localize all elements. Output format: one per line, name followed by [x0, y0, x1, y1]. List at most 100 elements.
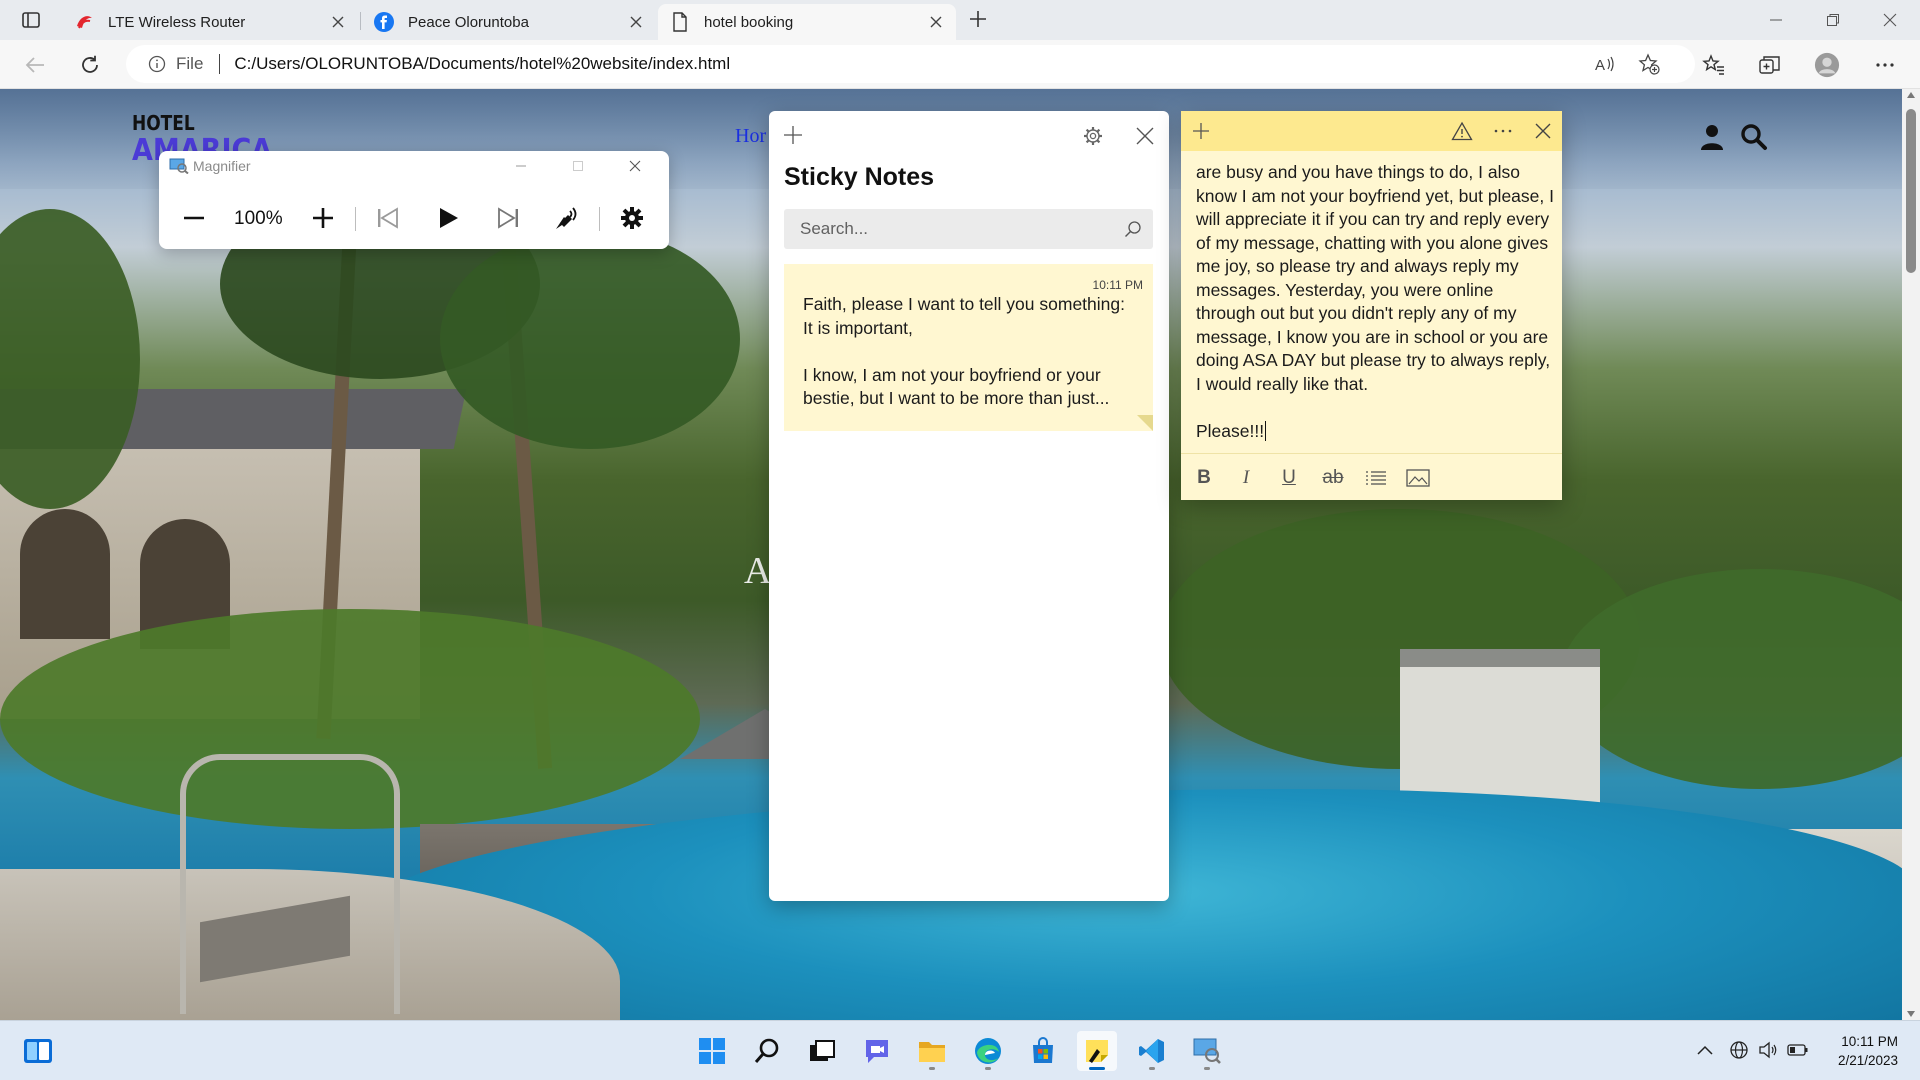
- magnifier-app-icon: [169, 158, 189, 174]
- note-list-item[interactable]: 10:11 PM Faith, please I want to tell yo…: [784, 264, 1153, 431]
- address-url[interactable]: C:/Users/OLORUNTOBA/Documents/hotel%20we…: [234, 54, 730, 74]
- file-explorer-icon[interactable]: [912, 1031, 952, 1071]
- previous-paragraph-icon[interactable]: [373, 203, 403, 233]
- collections-icon[interactable]: [1757, 52, 1783, 78]
- scroll-thumb[interactable]: [1906, 109, 1916, 273]
- bold-button[interactable]: B: [1191, 466, 1217, 490]
- chat-icon[interactable]: [857, 1031, 897, 1071]
- close-tab-icon[interactable]: [628, 14, 644, 30]
- show-hidden-icons-chevron-icon[interactable]: [1694, 1039, 1716, 1061]
- note-paragraph[interactable]: are busy and you have things to do, I al…: [1196, 161, 1556, 396]
- close-window-icon[interactable]: [1878, 8, 1902, 32]
- tab-divider: [360, 12, 361, 30]
- new-note-icon[interactable]: [783, 125, 803, 145]
- settings-gear-icon[interactable]: [617, 203, 647, 233]
- favorites-icon[interactable]: [1701, 52, 1727, 78]
- strikethrough-button[interactable]: ab: [1320, 466, 1346, 490]
- italic-button[interactable]: I: [1233, 466, 1259, 490]
- scroll-down-icon[interactable]: [1907, 1011, 1915, 1017]
- magnifier-controls: 100%: [159, 193, 669, 241]
- magnifier-titlebar: Magnifier: [169, 158, 251, 174]
- svg-text:A: A: [1595, 57, 1605, 74]
- user-icon[interactable]: [1698, 123, 1726, 151]
- search-icon[interactable]: [1123, 219, 1143, 239]
- battery-icon[interactable]: [1787, 1039, 1809, 1061]
- network-globe-icon[interactable]: [1728, 1039, 1750, 1061]
- close-tab-icon[interactable]: [928, 14, 944, 30]
- note-header-bar[interactable]: [1181, 111, 1562, 151]
- info-icon[interactable]: [148, 55, 166, 73]
- note-paragraph[interactable]: Please!!!: [1196, 421, 1264, 441]
- add-favorite-icon[interactable]: [1638, 53, 1660, 75]
- tab-facebook-profile[interactable]: Peace Oloruntoba: [362, 4, 656, 40]
- active-indicator: [1089, 1067, 1105, 1070]
- close-tab-icon[interactable]: [330, 14, 346, 30]
- more-menu-icon[interactable]: [1872, 52, 1898, 78]
- background-arch: [20, 509, 110, 639]
- volume-icon[interactable]: [1757, 1039, 1779, 1061]
- address-scheme-label: File: [176, 54, 204, 73]
- note-preview-line: Faith, please I want to tell you somethi…: [803, 294, 1125, 314]
- scroll-up-icon[interactable]: [1907, 92, 1915, 98]
- read-aloud-icon[interactable]: A: [1594, 53, 1616, 75]
- restore-icon[interactable]: [1821, 8, 1845, 32]
- facebook-icon: [374, 12, 394, 32]
- tab-title: LTE Wireless Router: [108, 13, 246, 31]
- maximize-icon[interactable]: [568, 156, 588, 176]
- notes-search-field[interactable]: [784, 209, 1153, 249]
- refresh-icon[interactable]: [77, 52, 103, 78]
- magnifier-taskbar-icon[interactable]: [1187, 1031, 1227, 1071]
- system-clock[interactable]: 10:11 PM 2/21/2023: [1838, 1032, 1898, 1070]
- close-icon[interactable]: [1532, 120, 1554, 142]
- note-preview-line: It is important,: [803, 317, 913, 338]
- close-icon[interactable]: [625, 156, 645, 176]
- close-icon[interactable]: [1135, 126, 1155, 146]
- back-icon[interactable]: [22, 52, 48, 78]
- note-paragraph-last[interactable]: Please!!!: [1196, 420, 1556, 444]
- new-tab-icon[interactable]: [966, 7, 990, 31]
- browser-toolbar: File C:/Users/OLORUNTOBA/Documents/hotel…: [0, 40, 1920, 89]
- search-icon[interactable]: [1740, 123, 1768, 151]
- read-from-here-icon[interactable]: [552, 203, 582, 233]
- search-icon[interactable]: [747, 1031, 787, 1071]
- address-bar[interactable]: File C:/Users/OLORUNTOBA/Documents/hotel…: [126, 45, 1695, 83]
- underline-button[interactable]: U: [1276, 466, 1302, 490]
- microsoft-store-icon[interactable]: [1023, 1031, 1063, 1071]
- task-view-icon[interactable]: [802, 1031, 842, 1071]
- note-editor[interactable]: are busy and you have things to do, I al…: [1196, 161, 1556, 443]
- page-icon: [670, 12, 690, 32]
- widgets-icon[interactable]: [18, 1031, 58, 1071]
- text-cursor: [1265, 420, 1267, 441]
- minimize-icon[interactable]: [1764, 8, 1788, 32]
- warning-icon[interactable]: [1451, 120, 1473, 142]
- zoom-out-button[interactable]: [179, 203, 209, 233]
- edge-browser-icon[interactable]: [968, 1031, 1008, 1071]
- tab-hotel-booking[interactable]: hotel booking: [658, 4, 956, 40]
- menu-more-icon[interactable]: [1492, 120, 1514, 142]
- next-paragraph-icon[interactable]: [493, 203, 523, 233]
- note-preview: Faith, please I want to tell you somethi…: [803, 293, 1143, 411]
- new-note-icon[interactable]: [1190, 120, 1212, 142]
- sticky-notes-taskbar-icon[interactable]: [1077, 1031, 1117, 1071]
- clock-time: 10:11 PM: [1841, 1034, 1898, 1049]
- settings-icon[interactable]: [1082, 125, 1104, 147]
- tab-title: hotel booking: [704, 13, 794, 31]
- vscode-icon[interactable]: [1132, 1031, 1172, 1071]
- page-scrollbar[interactable]: [1902, 89, 1920, 1020]
- tab-lte-router[interactable]: LTE Wireless Router: [62, 4, 358, 40]
- tab-actions-icon[interactable]: [14, 8, 48, 32]
- play-icon[interactable]: [433, 203, 463, 233]
- nav-link-home[interactable]: Hor: [735, 125, 766, 148]
- zoom-level: 100%: [234, 208, 283, 229]
- start-icon[interactable]: [692, 1031, 732, 1071]
- running-indicator: [929, 1067, 935, 1070]
- bullet-list-icon[interactable]: [1363, 466, 1389, 490]
- note-preview-line: I know, I am not your boyfriend or your …: [803, 364, 1110, 409]
- windows-taskbar: 10:11 PM 2/21/2023: [0, 1020, 1920, 1080]
- zoom-in-button[interactable]: [308, 203, 338, 233]
- add-image-icon[interactable]: [1405, 466, 1431, 490]
- search-input[interactable]: [784, 209, 1104, 249]
- profile-avatar[interactable]: [1814, 52, 1840, 78]
- minimize-icon[interactable]: [511, 156, 531, 176]
- site-logo-top[interactable]: HOTEL: [132, 111, 195, 135]
